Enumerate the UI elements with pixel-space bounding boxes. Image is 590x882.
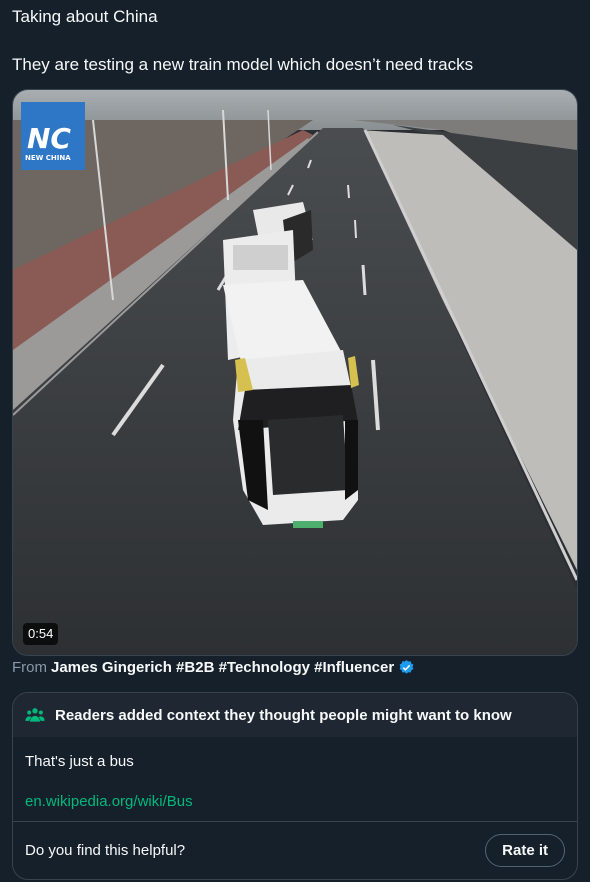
attribution-line: From James Gingerich #B2B #Technology #I… xyxy=(12,659,415,676)
people-icon xyxy=(25,705,45,725)
community-note-source-link[interactable]: en.wikipedia.org/wiki/Bus xyxy=(25,792,565,812)
community-note-header: Readers added context they thought peopl… xyxy=(13,693,577,737)
community-note-title: Readers added context they thought peopl… xyxy=(55,706,512,724)
community-note-footer: Do you find this helpful? Rate it xyxy=(13,822,577,879)
video-frame: NC NEW CHINA xyxy=(13,90,577,655)
xinhua-logo: NC NEW CHINA xyxy=(21,102,85,170)
community-note-text: That's just a bus xyxy=(25,753,134,770)
svg-text:NC: NC xyxy=(27,122,71,155)
lane-dash xyxy=(354,219,357,239)
helpful-question: Do you find this helpful? xyxy=(25,842,186,859)
tweet-text-line-1: Taking about China xyxy=(12,7,158,26)
community-note-body: That's just a bus en.wikipedia.org/wiki/… xyxy=(13,737,577,812)
lane-dash xyxy=(347,184,350,199)
video-duration-badge: 0:54 xyxy=(23,623,59,645)
author-link[interactable]: James Gingerich #B2B #Technology #Influe… xyxy=(51,659,394,676)
logo-text: NEW CHINA xyxy=(25,154,71,162)
video-player[interactable]: NC NEW CHINA 0:54 xyxy=(12,89,578,656)
rate-it-button[interactable]: Rate it xyxy=(485,834,565,867)
tweet-text-line-2: They are testing a new train model which… xyxy=(12,55,474,74)
lane-dash xyxy=(361,264,367,296)
community-note: Readers added context they thought peopl… xyxy=(12,692,578,880)
verified-badge-icon xyxy=(398,659,415,676)
from-label: From xyxy=(12,659,47,676)
